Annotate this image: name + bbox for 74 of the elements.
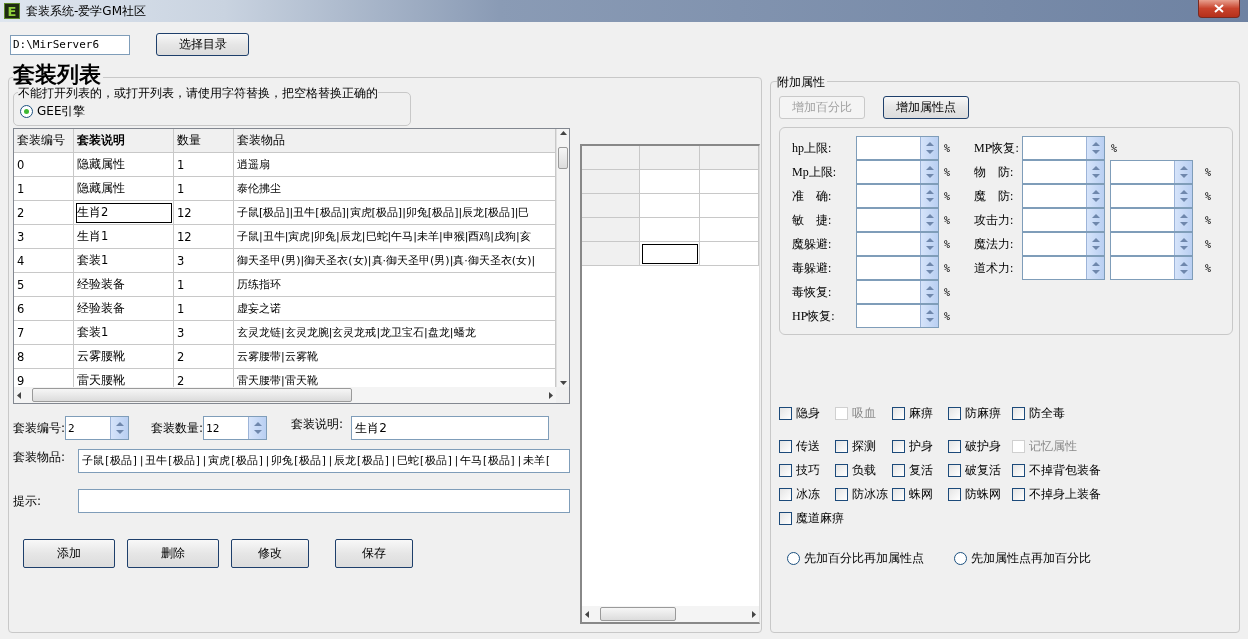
path-field[interactable]: D:\MirServer6 <box>10 34 130 55</box>
attribute-label: Mp上限: <box>792 163 837 181</box>
checkbox-label: 吸血 <box>852 404 876 422</box>
attribute-label: 魔 防: <box>974 187 1015 205</box>
attribute-label: hp上限: <box>792 139 833 157</box>
checkbox-label: 防蛛网 <box>965 485 1001 503</box>
checkbox-label: 负载 <box>852 461 876 479</box>
field-label: 套装数量: <box>151 419 204 437</box>
checkbox-label: 不掉身上装备 <box>1029 485 1101 503</box>
radio-label: 先加属性点再加百分比 <box>971 550 1091 567</box>
radio-label: 先加百分比再加属性点 <box>804 550 924 567</box>
attribute-label: 攻击力: <box>974 211 1015 229</box>
attribute-label: HP恢复: <box>792 307 836 325</box>
checkbox-label: 隐身 <box>796 404 820 422</box>
attribute-label: 敏 捷: <box>792 211 833 229</box>
percent-sign: % <box>1111 142 1118 154</box>
percent-sign: % <box>944 166 951 178</box>
checkbox-label: 破复活 <box>965 461 1001 479</box>
checkbox-label: 护身 <box>909 437 933 455</box>
action-button[interactable]: 删除 <box>127 539 219 568</box>
percent-sign: % <box>1205 190 1212 202</box>
group-title: 套装列表 <box>13 62 103 88</box>
percent-sign: % <box>944 286 951 298</box>
add-button[interactable]: 增加属性点 <box>883 96 969 119</box>
percent-sign: % <box>944 142 951 154</box>
checkbox-label: 传送 <box>796 437 820 455</box>
checkbox-label: 魔道麻痹 <box>796 509 844 527</box>
radio-label: GEE引擎 <box>37 103 86 120</box>
checkbox-label: 防全毒 <box>1029 404 1065 422</box>
attribute-label: 毒恢复: <box>792 283 833 301</box>
select-folder-button[interactable]: 选择目录 <box>156 33 249 56</box>
action-button[interactable]: 保存 <box>335 539 413 568</box>
checkbox-label: 不掉背包装备 <box>1029 461 1101 479</box>
action-button[interactable]: 修改 <box>231 539 309 568</box>
percent-sign: % <box>944 262 951 274</box>
items-field[interactable]: 子鼠[极品]|丑牛[极品]|寅虎[极品]|卯兔[极品]|辰龙[极品]|巳蛇[极品]|午马[极品]|未羊[ <box>77 449 570 473</box>
table-cell[interactable]: 生肖2 <box>74 201 174 225</box>
attribute-label: 道术力: <box>974 259 1015 277</box>
attribute-label: 毒躲避: <box>792 259 833 277</box>
spin-field[interactable]: 2 <box>65 416 130 440</box>
window-title: 套装系统-爱学GM社区 <box>26 2 146 20</box>
attribute-label: 准 确: <box>792 187 833 205</box>
action-button[interactable]: 添加 <box>23 539 115 568</box>
checkbox-label: 技巧 <box>796 461 820 479</box>
percent-sign: % <box>1205 238 1212 250</box>
checkbox-label: 探测 <box>852 437 876 455</box>
checkbox-label: 破护身 <box>965 437 1001 455</box>
percent-sign: % <box>944 214 951 226</box>
percent-sign: % <box>1205 166 1212 178</box>
percent-sign: % <box>944 238 951 250</box>
field-label: 提示: <box>13 492 43 510</box>
percent-sign: % <box>944 310 951 322</box>
group-title: 附加属性 <box>777 74 827 91</box>
field-label: 套装物品: <box>13 449 67 466</box>
app-icon: E <box>4 3 20 19</box>
field-label: 套装说明: <box>291 416 344 433</box>
attribute-label: 物 防: <box>974 163 1015 181</box>
group-title: 不能打开列表的，或打开列表，请使用字符替换，把空格替换正确的 <box>18 85 378 102</box>
checkbox-label: 麻痹 <box>909 404 933 422</box>
attribute-label: 魔法力: <box>974 235 1015 253</box>
percent-sign: % <box>944 190 951 202</box>
attribute-label: MP恢复: <box>974 139 1020 157</box>
percent-sign: % <box>1205 262 1212 274</box>
checkbox-label: 冰冻 <box>796 485 820 503</box>
checkbox-label: 记忆属性 <box>1029 437 1077 455</box>
checkbox-label: 蛛网 <box>909 485 933 503</box>
attribute-label: 魔躲避: <box>792 235 833 253</box>
description-field[interactable]: 生肖2 <box>351 416 550 440</box>
checkbox-label: 复活 <box>909 461 933 479</box>
checkbox-label: 防麻痹 <box>965 404 1001 422</box>
checkbox-label: 防冰冻 <box>852 485 888 503</box>
percent-sign: % <box>1205 214 1212 226</box>
spin-field[interactable]: 12 <box>203 416 268 440</box>
field-label: 套装编号: <box>13 419 66 437</box>
